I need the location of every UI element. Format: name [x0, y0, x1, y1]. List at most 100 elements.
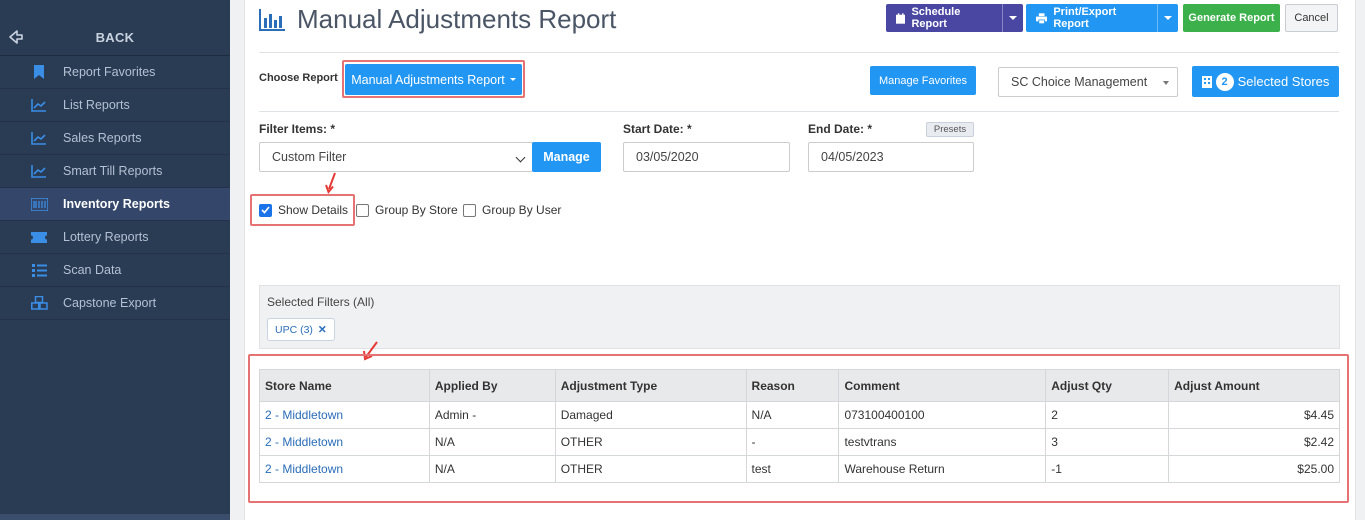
sidebar-item-smart-till-reports[interactable]: Smart Till Reports: [0, 155, 230, 188]
manage-favorites-button[interactable]: Manage Favorites: [870, 66, 976, 95]
selected-filters-title: Selected Filters (All): [267, 295, 375, 309]
sidebar-footer: [0, 514, 230, 520]
back-button[interactable]: BACK: [0, 0, 230, 56]
group-by-user-label: Group By User: [482, 203, 562, 217]
cubes-icon: [30, 295, 48, 311]
company-select[interactable]: SC Choice Management: [998, 67, 1178, 97]
sidebar-item-list-reports[interactable]: List Reports: [0, 89, 230, 122]
caret-down-icon: [509, 78, 516, 81]
store-link[interactable]: 2 - Middletown: [259, 401, 430, 429]
list-icon: [30, 262, 48, 278]
schedule-report-button[interactable]: Schedule Report: [886, 4, 1023, 32]
start-date-label: Start Date: *: [623, 122, 692, 136]
selected-stores-label: Selected Stores: [1237, 74, 1330, 89]
sidebar-item-inventory-reports[interactable]: Inventory Reports: [0, 188, 230, 221]
sidebar-item-report-favorites[interactable]: Report Favorites: [0, 56, 230, 89]
table-cell: OTHER: [554, 428, 747, 456]
calendar-icon: [896, 12, 906, 24]
selected-filters-panel: Selected Filters (All) UPC (3) ✕: [259, 285, 1340, 349]
selected-stores-button[interactable]: 2 Selected Stores: [1192, 66, 1339, 97]
checkbox-icon: [356, 203, 369, 217]
presets-button[interactable]: Presets: [926, 122, 974, 137]
schedule-dropdown-toggle[interactable]: [1002, 4, 1023, 32]
sidebar-item-label: Sales Reports: [63, 131, 142, 145]
line-chart-icon: [30, 97, 48, 113]
store-link[interactable]: 2 - Middletown: [259, 428, 430, 456]
end-date-input[interactable]: 04/05/2023: [808, 142, 974, 172]
sidebar-item-capstone-export[interactable]: Capstone Export: [0, 287, 230, 320]
page-header: Manual Adjustments Report: [259, 4, 616, 35]
filter-items-select[interactable]: Custom Filter: [259, 142, 533, 172]
group-by-store-checkbox[interactable]: Group By Store: [356, 203, 458, 217]
line-chart-icon: [30, 130, 48, 146]
sidebar-item-label: Inventory Reports: [63, 197, 170, 211]
schedule-report-label: Schedule Report: [911, 6, 961, 30]
back-label: BACK: [95, 30, 135, 45]
column-header[interactable]: Reason: [745, 369, 840, 402]
group-by-user-checkbox[interactable]: Group By User: [463, 203, 561, 217]
table-cell: Warehouse Return: [838, 455, 1047, 483]
filter-chip-label: UPC (3): [275, 323, 313, 336]
close-icon[interactable]: ✕: [318, 324, 327, 336]
sidebar-item-sales-reports[interactable]: Sales Reports: [0, 122, 230, 155]
column-header[interactable]: Comment: [838, 369, 1047, 402]
table-cell: OTHER: [554, 455, 747, 483]
table-cell: 073100400100: [838, 401, 1047, 429]
table-cell: 2: [1045, 401, 1170, 429]
building-icon: [1201, 75, 1212, 88]
sidebar: BACK Report Favorites List Reports Sales…: [0, 0, 230, 520]
printer-icon: [1036, 12, 1048, 24]
ticket-icon: [30, 229, 48, 245]
column-header[interactable]: Store Name: [259, 369, 430, 402]
table-cell: Admin -: [428, 401, 556, 429]
checkbox-checked-icon: [259, 203, 272, 217]
column-header[interactable]: Adjust Amount: [1168, 369, 1340, 402]
table-cell: -1: [1045, 455, 1170, 483]
column-header[interactable]: Applied By: [428, 369, 556, 402]
generate-report-button[interactable]: Generate Report: [1183, 4, 1280, 32]
divider: [259, 111, 1339, 112]
filter-items-value: Custom Filter: [272, 150, 347, 164]
barcode-icon: [30, 196, 48, 212]
caret-down-icon: [1163, 81, 1169, 85]
sidebar-item-label: Smart Till Reports: [63, 164, 163, 178]
print-dropdown-toggle[interactable]: [1157, 4, 1178, 32]
line-chart-icon: [30, 163, 48, 179]
sidebar-item-label: Report Favorites: [63, 65, 156, 79]
choose-report-label: Choose Report: [259, 72, 338, 84]
sidebar-item-label: Scan Data: [63, 263, 122, 277]
column-header[interactable]: Adjustment Type: [554, 369, 747, 402]
print-export-label: Print/Export Report: [1053, 6, 1117, 30]
company-select-value: SC Choice Management: [1011, 75, 1148, 89]
table-row: 2 - Middletown N/A OTHER test Warehouse …: [259, 455, 1340, 483]
checkbox-icon: [463, 203, 476, 217]
table-row: 2 - Middletown Admin - Damaged N/A 07310…: [259, 401, 1340, 429]
report-type-label: Manual Adjustments Report: [351, 72, 505, 87]
column-header[interactable]: Adjust Qty: [1045, 369, 1170, 402]
sidebar-item-lottery-reports[interactable]: Lottery Reports: [0, 221, 230, 254]
show-details-label: Show Details: [278, 203, 349, 217]
table-cell: $25.00: [1168, 455, 1340, 483]
annotation-arrow-icon: [325, 172, 336, 194]
end-date-label: End Date: *: [808, 122, 873, 136]
cancel-button[interactable]: Cancel: [1285, 4, 1338, 32]
sidebar-item-scan-data[interactable]: Scan Data: [0, 254, 230, 287]
table-cell: $4.45: [1168, 401, 1340, 429]
table-cell: test: [745, 455, 840, 483]
sidebar-item-label: List Reports: [63, 98, 130, 112]
sidebar-item-label: Lottery Reports: [63, 230, 149, 244]
filter-chip[interactable]: UPC (3) ✕: [267, 318, 335, 341]
table-cell: testvtrans: [838, 428, 1047, 456]
table-cell: Damaged: [554, 401, 747, 429]
main-area: Manual Adjustments Report Schedule Repor…: [230, 0, 1365, 520]
show-details-checkbox[interactable]: Show Details: [259, 203, 348, 217]
store-link[interactable]: 2 - Middletown: [259, 455, 430, 483]
table-cell: N/A: [428, 428, 556, 456]
caret-down-icon: [1164, 16, 1173, 20]
print-export-button[interactable]: Print/Export Report: [1026, 4, 1178, 32]
report-table: Store Name Applied By Adjustment Type Re…: [259, 369, 1340, 483]
manage-filter-button[interactable]: Manage: [532, 142, 601, 172]
start-date-input[interactable]: 03/05/2020: [623, 142, 790, 172]
report-type-dropdown[interactable]: Manual Adjustments Report: [345, 64, 522, 95]
bookmark-icon: [30, 64, 48, 80]
